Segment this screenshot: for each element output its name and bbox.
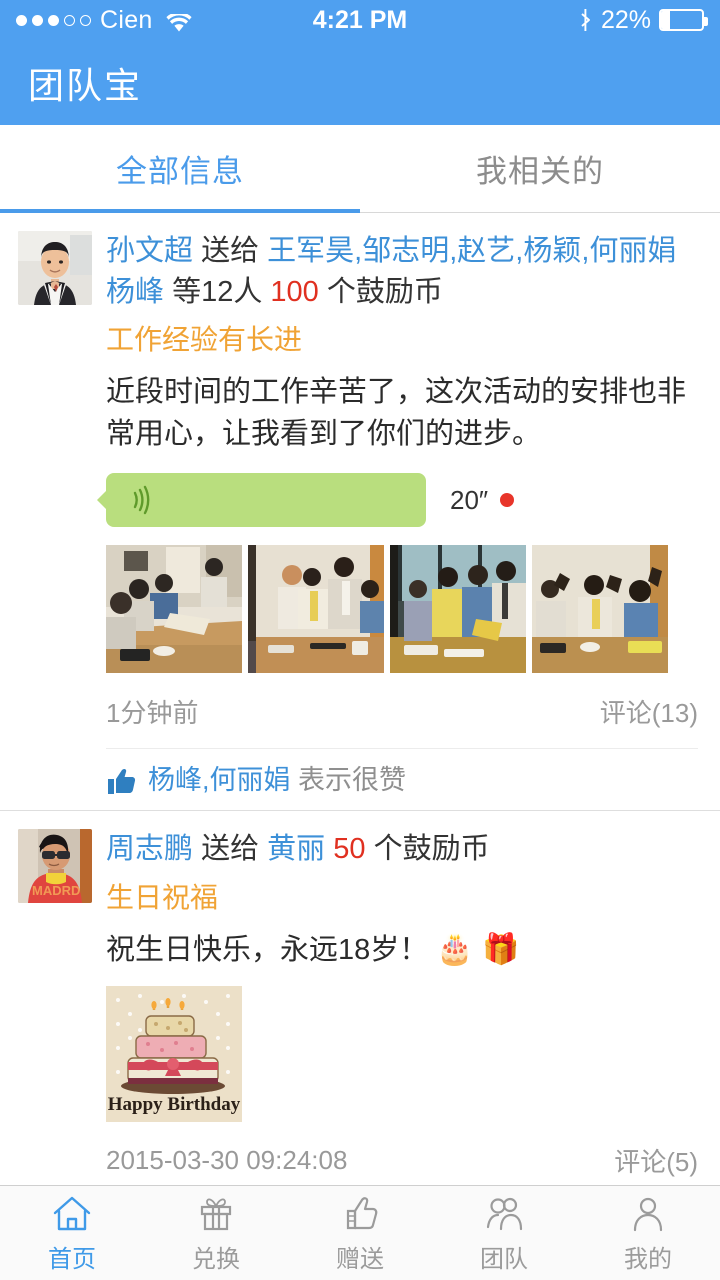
battery-icon xyxy=(659,9,708,31)
sound-wave-icon xyxy=(133,486,150,515)
bluetooth-icon xyxy=(578,8,593,32)
like-text: 杨峰,何丽娟 表示很赞 xyxy=(148,763,406,798)
others-count: 等12人 xyxy=(172,276,263,309)
post-meta: 1分钟前 评论(13) xyxy=(106,693,698,730)
coin-amount: 100 xyxy=(270,276,319,309)
attached-image[interactable]: Happy Birthday xyxy=(106,985,242,1122)
like-names[interactable]: 杨峰,何丽娟 xyxy=(148,765,291,795)
home-icon xyxy=(53,1196,91,1230)
voice-message-row[interactable]: 20″ xyxy=(97,473,698,528)
photo-thumbnail[interactable] xyxy=(248,545,384,674)
status-bar-right: 22% xyxy=(578,5,708,35)
signal-strength-icon xyxy=(16,14,91,26)
tab-all-messages[interactable]: 全部信息 xyxy=(0,125,360,213)
battery-percent-label: 22% xyxy=(600,5,651,34)
sender-name[interactable]: 孙文超 xyxy=(106,235,193,267)
post-body: 周志鹏 送给 黄丽 50 个鼓励币 生日祝福 祝生日快乐，永远18岁！ 🎂 🎁 xyxy=(106,829,698,1185)
people-icon xyxy=(486,1197,523,1230)
wifi-icon xyxy=(166,11,192,31)
feed-post[interactable]: 孙文超 送给 王军昊,邹志明,赵艺,杨颖,何丽娟杨峰 等12人 100 个鼓励币… xyxy=(0,213,720,811)
post-subtitle: 生日祝福 xyxy=(106,881,219,913)
tabbar-label-home: 首页 xyxy=(48,1245,96,1273)
app-root: Cien 4:21 PM 22% 团队宝 全部信息 我相关的 孙文超 送给 王军… xyxy=(0,0,720,1280)
thumbs-up-icon xyxy=(108,768,136,794)
status-bar-left: Cien xyxy=(16,6,192,35)
tab-related-to-me[interactable]: 我相关的 xyxy=(360,125,720,212)
tabbar-label-team: 团队 xyxy=(480,1245,528,1273)
coin-unit: 个鼓励币 xyxy=(373,833,490,866)
post-time: 2015-03-30 09:24:08 xyxy=(106,1144,348,1175)
unread-dot-icon xyxy=(500,493,515,508)
tabbar-label-give: 赠送 xyxy=(336,1245,384,1273)
voice-duration-label: 20″ xyxy=(450,484,489,515)
photo-thumbnail[interactable] xyxy=(390,545,526,674)
avatar[interactable]: MADRD xyxy=(18,829,92,904)
post-time: 1分钟前 xyxy=(106,698,199,729)
photo-thumbnail[interactable] xyxy=(106,545,242,674)
svg-text:Happy Birthday: Happy Birthday xyxy=(108,1094,241,1115)
tabbar-item-team[interactable]: 团队 xyxy=(432,1186,576,1280)
tabbar-label-mine: 我的 xyxy=(624,1245,672,1273)
svg-text:MADRD: MADRD xyxy=(32,883,80,898)
tab-strip: 全部信息 我相关的 xyxy=(0,125,720,213)
post-content-text: 祝生日快乐，永远18岁！ xyxy=(106,934,429,967)
carrier-label: Cien xyxy=(100,5,153,34)
post-meta: 2015-03-30 09:24:08 评论(5) xyxy=(106,1142,698,1179)
like-row[interactable]: 杨峰,何丽娟 表示很赞 xyxy=(106,748,698,798)
navigation-bar: 团队宝 xyxy=(0,40,720,125)
post-content: 祝生日快乐，永远18岁！ 🎂 🎁 xyxy=(106,928,698,972)
post-headline: 孙文超 送给 王军昊,邹志明,赵艺,杨颖,何丽娟杨峰 等12人 100 个鼓励币 xyxy=(106,231,698,313)
photo-thumbnail[interactable] xyxy=(532,545,668,674)
post-subtitle: 工作经验有长进 xyxy=(106,324,303,356)
tabbar-item-exchange[interactable]: 兑换 xyxy=(144,1186,288,1280)
bottom-tab-bar: 首页 兑换 赠送 团队 我的 xyxy=(0,1185,720,1280)
photo-grid[interactable] xyxy=(106,545,698,674)
gift-icon xyxy=(200,1198,232,1230)
post-body: 孙文超 送给 王军昊,邹志明,赵艺,杨颖,何丽娟杨峰 等12人 100 个鼓励币… xyxy=(97,231,698,798)
page-title: 团队宝 xyxy=(28,64,143,106)
post-content-emoji: 🎂 🎁 xyxy=(436,933,520,967)
verb-label: 送给 xyxy=(201,833,260,866)
status-bar: Cien 4:21 PM 22% xyxy=(0,0,720,40)
post-headline: 周志鹏 送给 黄丽 50 个鼓励币 xyxy=(106,829,698,870)
tabbar-item-mine[interactable]: 我的 xyxy=(576,1186,720,1280)
coin-unit: 个鼓励币 xyxy=(326,276,443,309)
tabbar-item-home[interactable]: 首页 xyxy=(0,1186,144,1280)
feed-list[interactable]: 孙文超 送给 王军昊,邹志明,赵艺,杨颖,何丽娟杨峰 等12人 100 个鼓励币… xyxy=(0,213,720,1185)
sender-name[interactable]: 周志鹏 xyxy=(106,833,193,865)
coin-amount: 50 xyxy=(333,833,366,866)
thumbs-up-icon xyxy=(346,1196,378,1229)
comment-count-button[interactable]: 评论(5) xyxy=(614,1142,698,1179)
person-icon xyxy=(633,1197,663,1231)
tabbar-item-give[interactable]: 赠送 xyxy=(288,1186,432,1280)
tabbar-label-exchange: 兑换 xyxy=(192,1245,240,1273)
like-suffix: 表示很赞 xyxy=(298,765,407,796)
comment-count-button[interactable]: 评论(13) xyxy=(600,693,698,730)
post-content: 近段时间的工作辛苦了，这次活动的安排也非常用心，让我看到了你们的进步。 xyxy=(106,376,687,451)
feed-post[interactable]: MADRD 周志鹏 送给 黄丽 50 个鼓励币 生日祝福 祝生日快乐，永远18岁… xyxy=(0,810,720,1185)
avatar[interactable] xyxy=(18,231,92,305)
verb-label: 送给 xyxy=(201,235,260,267)
recipient-names[interactable]: 黄丽 xyxy=(267,833,325,865)
voice-bubble[interactable] xyxy=(97,473,426,528)
